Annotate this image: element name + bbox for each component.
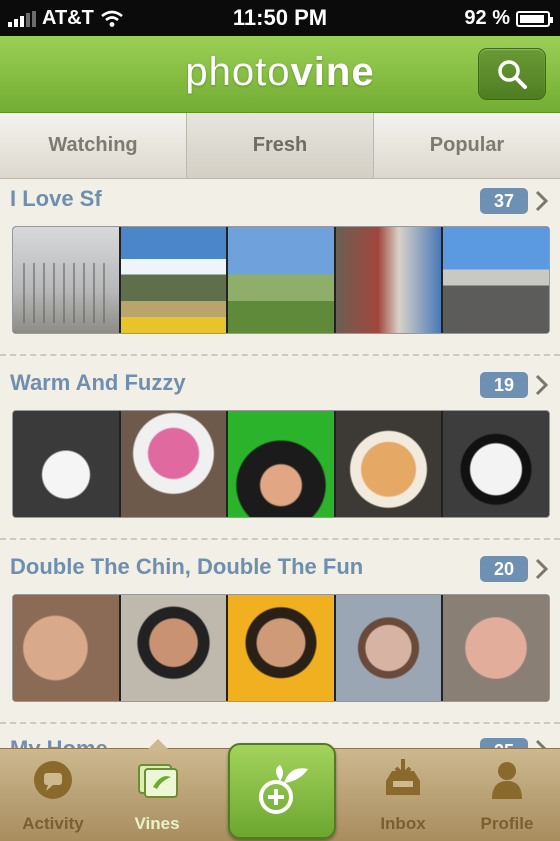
tab-label: Inbox: [380, 814, 426, 833]
battery-percent: 92 %: [464, 7, 510, 29]
vine-title[interactable]: I Love Sf: [10, 186, 102, 212]
photo-strip[interactable]: [12, 594, 550, 702]
search-icon: [498, 60, 527, 89]
photo-thumbnail[interactable]: [228, 227, 334, 333]
battery-icon: [516, 10, 553, 27]
photo-count-badge: 20: [480, 556, 528, 582]
chevron-right-icon[interactable]: [534, 373, 550, 397]
photo-thumbnail[interactable]: [13, 227, 119, 333]
photo-thumbnail[interactable]: [335, 227, 442, 333]
vine-title[interactable]: Warm And Fuzzy: [10, 370, 186, 396]
tab-label: Vines: [134, 814, 180, 833]
photo-strip[interactable]: [12, 410, 550, 518]
tab-vines[interactable]: Vines: [112, 757, 202, 834]
tab-watching[interactable]: Watching: [0, 113, 187, 179]
chevron-right-icon[interactable]: [534, 189, 550, 213]
photo-thumbnail[interactable]: [335, 411, 442, 517]
app-logo: photovine: [185, 50, 375, 94]
inbox-icon: [386, 759, 420, 795]
photo-thumbnail[interactable]: [228, 411, 334, 517]
vine-item[interactable]: Double The Chin, Double The Fun 20: [0, 554, 560, 714]
tab-label: Activity: [22, 814, 84, 833]
tab-inbox[interactable]: Inbox: [358, 757, 448, 834]
section-divider: [0, 722, 560, 724]
search-button[interactable]: [478, 48, 546, 100]
photo-thumbnail[interactable]: [335, 595, 442, 701]
battery-info: 92 %: [464, 7, 553, 30]
tab-popular[interactable]: Popular: [374, 113, 560, 179]
tab-profile[interactable]: Profile: [462, 757, 552, 834]
photo-thumbnail[interactable]: [443, 227, 549, 333]
profile-icon: [492, 762, 522, 799]
active-tab-indicator: [148, 739, 168, 749]
photo-strip[interactable]: [12, 226, 550, 334]
add-photo-button[interactable]: [228, 743, 336, 839]
photo-thumbnail[interactable]: [443, 411, 549, 517]
vine-title[interactable]: Double The Chin, Double The Fun: [10, 554, 363, 580]
activity-icon: [34, 761, 72, 799]
photo-thumbnail[interactable]: [443, 595, 549, 701]
chevron-right-icon[interactable]: [534, 557, 550, 581]
tab-fresh[interactable]: Fresh: [187, 113, 374, 179]
vine-item[interactable]: I Love Sf 37: [0, 186, 560, 346]
add-vine-icon: [259, 765, 308, 814]
tab-activity[interactable]: Activity: [8, 757, 98, 834]
vine-item[interactable]: Warm And Fuzzy 19: [0, 370, 560, 530]
bottom-tab-bar: Activity Vines Inbox Profile: [0, 739, 560, 841]
photo-count-badge: 37: [480, 188, 528, 214]
app-header: photovine: [0, 36, 560, 113]
photo-thumbnail[interactable]: [228, 595, 334, 701]
photo-thumbnail[interactable]: [13, 411, 119, 517]
feed-tabs: Watching Fresh Popular: [0, 113, 560, 179]
section-divider: [0, 354, 560, 356]
photo-thumbnail[interactable]: [120, 411, 227, 517]
section-divider: [0, 538, 560, 540]
vines-icon: [138, 764, 178, 798]
photo-thumbnail[interactable]: [13, 595, 119, 701]
tab-label: Profile: [480, 814, 534, 833]
photo-count-badge: 19: [480, 372, 528, 398]
photo-thumbnail[interactable]: [120, 227, 227, 333]
status-bar: AT&T 11:50 PM 92 %: [0, 0, 560, 36]
photo-thumbnail[interactable]: [120, 595, 227, 701]
